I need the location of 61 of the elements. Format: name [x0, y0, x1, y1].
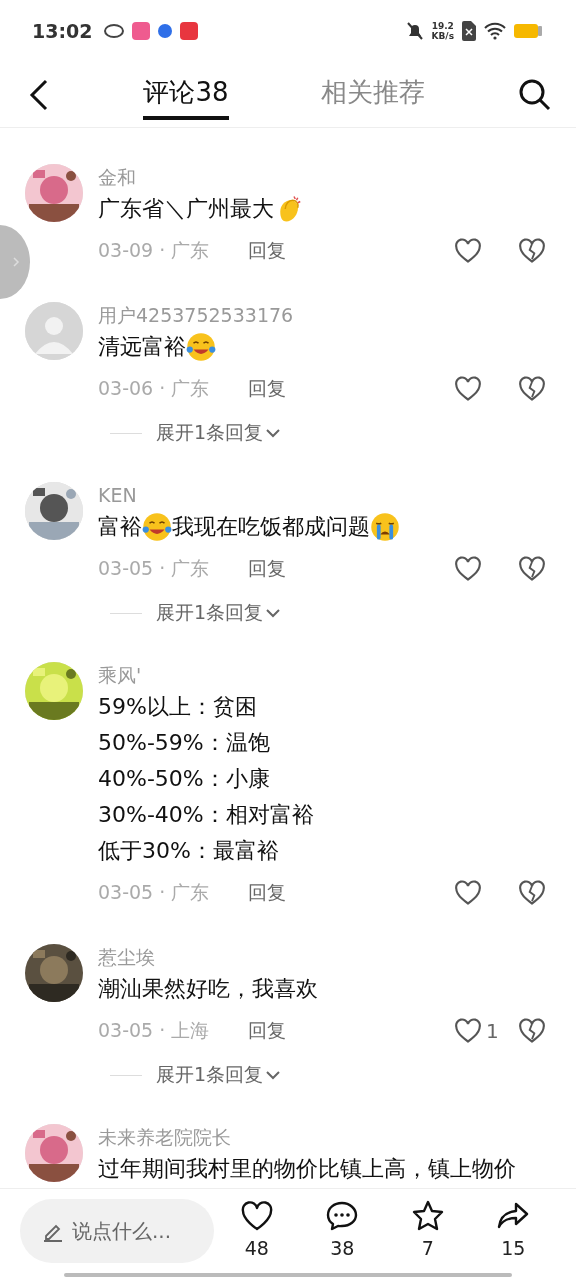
comment-text: 我现在吃饭都成问题	[172, 513, 370, 541]
comment-text: 过年期间我村里的物价比镇上高，镇上物价	[98, 1155, 516, 1183]
chevron-right-icon	[12, 256, 20, 268]
crying-face-icon	[370, 512, 400, 542]
reply-link[interactable]: 回复	[248, 556, 286, 582]
reply-link[interactable]: 回复	[248, 376, 286, 402]
search-icon[interactable]	[518, 77, 552, 112]
comment-text: 广东省＼广州最大	[98, 195, 274, 223]
wifi-icon	[484, 22, 506, 40]
action-button[interactable]: 38	[299, 1199, 385, 1259]
heart-icon	[454, 1018, 482, 1044]
comment-input[interactable]: 说点什么...	[20, 1199, 214, 1263]
reply-link[interactable]: 回复	[248, 880, 286, 906]
video-app-icon	[132, 22, 151, 40]
tab[interactable]: 评论38	[143, 69, 229, 120]
expand-replies-button[interactable]: 展开1条回复	[156, 600, 282, 626]
reply-link[interactable]: 回复	[248, 238, 286, 264]
broken-heart-icon	[518, 238, 546, 264]
ring-app-icon	[104, 24, 125, 38]
action-button[interactable]: 15	[470, 1199, 556, 1259]
broken-heart-icon	[518, 556, 546, 582]
comment-date: 03-05 · 广东	[98, 880, 211, 905]
user-name[interactable]: 未来养老院院长	[98, 1124, 231, 1150]
comment-text: 低于30%：最富裕	[98, 837, 279, 865]
battery-icon	[514, 24, 544, 38]
mute-bell-icon	[405, 21, 424, 41]
comment-text: 59%以上：贫困	[98, 693, 257, 721]
chevron-down-icon	[265, 427, 282, 439]
laughing-tears-icon	[186, 332, 216, 362]
comment-date: 03-05 · 上海	[98, 1018, 211, 1043]
comment-text: 潮汕果然好吃，我喜欢	[98, 975, 318, 1003]
heart-icon	[454, 238, 482, 264]
broken-heart-icon	[518, 1018, 546, 1044]
comment-text: 富裕	[98, 513, 142, 541]
comment-date: 03-09 · 广东	[98, 238, 211, 263]
comment-text: 清远富裕	[98, 333, 186, 361]
reply-link[interactable]: 回复	[248, 1018, 286, 1044]
chevron-down-icon	[265, 1069, 282, 1081]
laughing-tears-icon	[142, 512, 172, 542]
network-speed: 19.2 KB/s	[431, 21, 454, 41]
broken-heart-icon	[518, 880, 546, 906]
comment-date: 03-06 · 广东	[98, 376, 211, 401]
heart-icon	[454, 556, 482, 582]
like-button[interactable]: 1	[454, 1018, 504, 1044]
heart-icon	[454, 880, 482, 906]
comment-date: 03-05 · 广东	[98, 556, 211, 581]
chevron-down-icon	[265, 607, 282, 619]
expand-replies-button[interactable]: 展开1条回复	[156, 420, 282, 446]
action-button[interactable]: 7	[385, 1199, 471, 1259]
tab[interactable]: 相关推荐	[320, 69, 425, 120]
comment-text: 50%-59%：温饱	[98, 729, 270, 757]
comment-text: 40%-50%：小康	[98, 765, 270, 793]
heart-icon	[454, 376, 482, 402]
clock-time: 13:02	[32, 20, 93, 42]
sim-card-icon	[462, 21, 476, 41]
broken-heart-icon	[518, 376, 546, 402]
shop-app-icon	[180, 22, 199, 40]
expand-replies-button[interactable]: 展开1条回复	[156, 1062, 282, 1088]
paw-app-icon	[158, 24, 173, 38]
action-button[interactable]: 48	[214, 1199, 300, 1259]
comment-text: 30%-40%：相对富裕	[98, 801, 314, 829]
